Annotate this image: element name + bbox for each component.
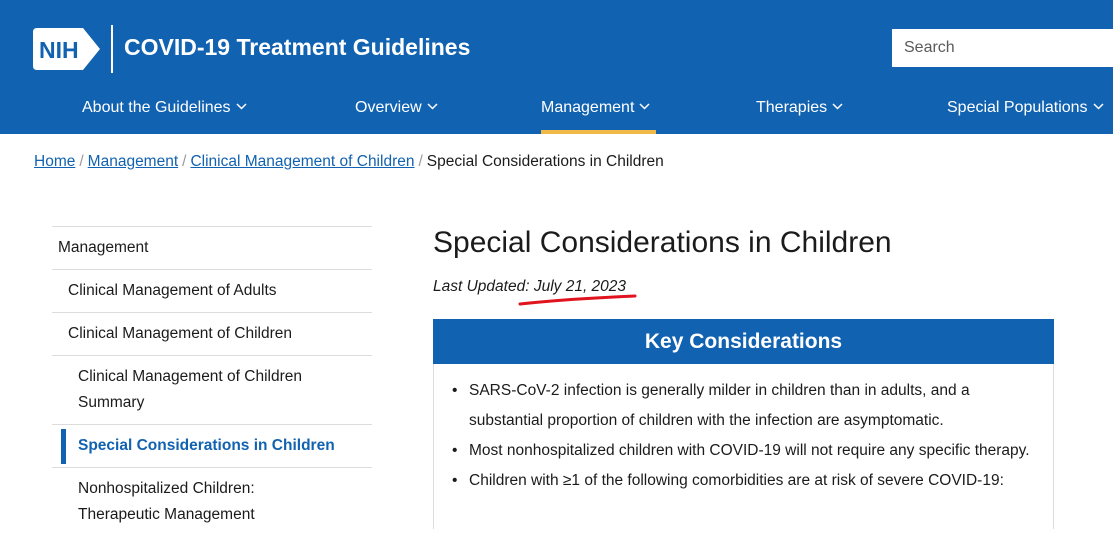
site-header: NIH COVID-19 Treatment Guidelines About …	[0, 0, 1113, 134]
sidenav-item-special-considerations[interactable]: Special Considerations in Children	[52, 424, 372, 467]
sidenav-label: Clinical Management of Children Summary	[78, 368, 303, 411]
nav-therapies[interactable]: Therapies	[756, 97, 843, 134]
breadcrumb-separator: /	[418, 153, 423, 170]
key-considerations-list: SARS-CoV-2 infection is generally milder…	[448, 376, 1038, 496]
sidenav-item-clinical-management-children-summary[interactable]: Clinical Management of Children Summary	[52, 355, 372, 424]
nav-label: About the Guidelines	[82, 99, 231, 116]
chevron-down-icon	[832, 97, 843, 115]
svg-text:NIH: NIH	[39, 37, 79, 63]
sidenav-item-management[interactable]: Management	[52, 226, 372, 269]
chevron-down-icon	[639, 97, 650, 115]
key-considerations-title: Key Considerations	[433, 319, 1054, 364]
breadcrumb: Home / Management / Clinical Management of C…	[34, 153, 664, 171]
chevron-down-icon	[1093, 97, 1104, 115]
sidenav-item-nonhospitalized-children[interactable]: Nonhospitalized Children: Therapeutic Ma…	[52, 467, 372, 536]
sidenav-label: Clinical Management of Adults	[68, 282, 277, 299]
header-divider	[111, 25, 113, 73]
breadcrumb-separator: /	[182, 153, 187, 170]
sidenav-label: Management	[58, 239, 149, 256]
nih-logo[interactable]: NIH	[33, 28, 101, 70]
page-title: Special Considerations in Children	[433, 226, 892, 259]
chevron-down-icon	[427, 97, 438, 115]
last-updated-label: Last Updated:	[433, 278, 530, 295]
nav-special-populations[interactable]: Special Populations	[947, 97, 1104, 134]
breadcrumb-separator: /	[79, 153, 84, 170]
red-underline-annotation	[518, 294, 637, 306]
nav-overview[interactable]: Overview	[355, 97, 438, 134]
list-item: Children with ≥1 of the following comorb…	[448, 466, 1038, 496]
nav-label: Management	[541, 99, 635, 116]
nav-management[interactable]: Management	[541, 97, 656, 134]
breadcrumb-clinical-management-children[interactable]: Clinical Management of Children	[190, 153, 414, 170]
list-item: SARS-CoV-2 infection is generally milder…	[448, 376, 1038, 436]
list-item: Most nonhospitalized children with COVID…	[448, 436, 1038, 466]
sidenav-label: Special Considerations in Children	[78, 437, 335, 454]
sidenav-current-indicator	[61, 429, 66, 464]
search-input[interactable]	[892, 29, 1113, 67]
breadcrumb-current: Special Considerations in Children	[426, 153, 664, 170]
nav-label: Overview	[355, 99, 422, 116]
nav-label: Special Populations	[947, 99, 1088, 116]
sidenav-label: Clinical Management of Children	[68, 325, 293, 342]
site-title[interactable]: COVID-19 Treatment Guidelines	[124, 34, 470, 61]
nav-about-guidelines[interactable]: About the Guidelines	[82, 97, 247, 134]
breadcrumb-home[interactable]: Home	[34, 153, 75, 170]
sidenav-label: Nonhospitalized Children: Therapeutic Ma…	[78, 480, 255, 523]
sidenav-item-clinical-management-adults[interactable]: Clinical Management of Adults	[52, 269, 372, 312]
nav-label: Therapies	[756, 99, 828, 116]
breadcrumb-management[interactable]: Management	[88, 153, 178, 170]
chevron-down-icon	[236, 97, 247, 115]
sidenav-item-clinical-management-children[interactable]: Clinical Management of Children	[52, 312, 372, 355]
